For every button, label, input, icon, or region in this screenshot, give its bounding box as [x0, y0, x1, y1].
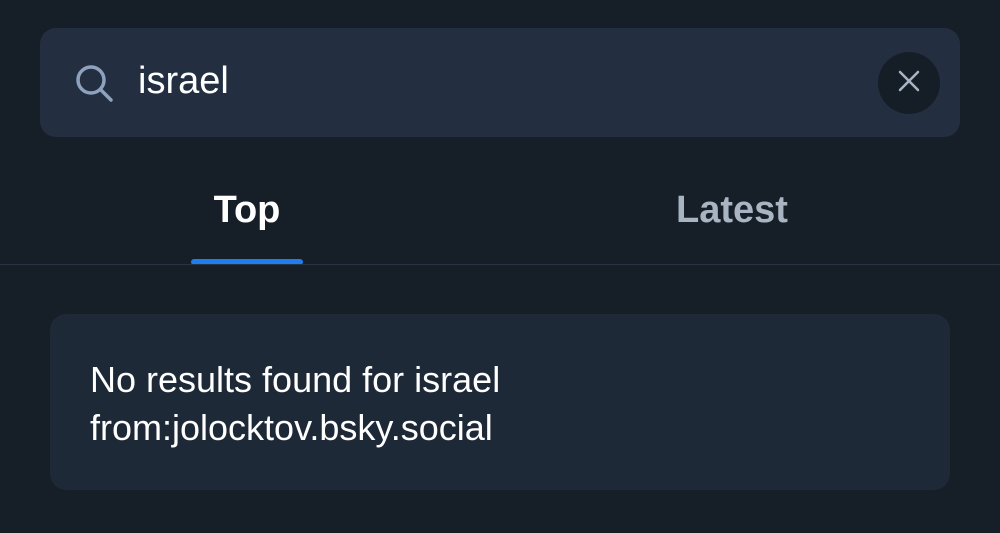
search-icon [74, 63, 114, 103]
empty-results-line-2: from:jolocktov.bsky.social [90, 407, 493, 448]
empty-results-message: No results found for israel from:jolockt… [90, 356, 910, 452]
tab-divider [0, 264, 1000, 265]
empty-results-line-1: No results found for israel [90, 359, 501, 400]
tab-latest[interactable]: Latest [652, 180, 812, 240]
clear-search-button[interactable] [878, 52, 940, 114]
close-icon [898, 70, 920, 97]
tab-top[interactable]: Top [191, 180, 303, 240]
search-input[interactable] [138, 55, 838, 107]
